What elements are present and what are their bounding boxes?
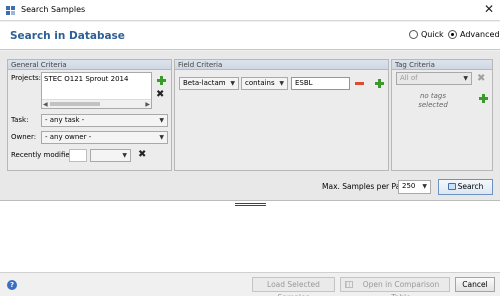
no-tags-line2: selected [418,101,448,109]
search-icon [447,183,456,190]
help-icon[interactable]: ? [7,280,17,290]
owner-select[interactable]: - any owner - ▼ [41,131,168,144]
clear-recently-modified-icon[interactable]: ✖ [138,150,146,160]
cancel-button[interactable]: Cancel [455,277,495,292]
projects-label: Projects: [11,74,41,82]
operator-select[interactable]: contains ▼ [241,77,288,90]
max-samples-value: 250 [402,182,416,190]
recently-modified-unit-select[interactable]: ▼ [90,149,131,162]
chevron-down-icon: ▼ [279,80,284,87]
chevron-down-icon: ▼ [422,183,427,190]
dialog-footer: ? Load Selected Samples Open in Comparis… [0,272,500,296]
dialog-header: Search in Database Quick Advanced [0,22,500,50]
task-select[interactable]: - any task - ▼ [41,114,168,127]
projects-hscrollbar[interactable]: ◀ ▶ [42,99,151,108]
owner-value: - any owner - [45,133,92,141]
search-button-label: Search [457,182,484,191]
scroll-thumb[interactable] [50,102,100,106]
remove-criterion-icon[interactable] [355,82,364,85]
criteria-area: General Criteria Projects: STEC O121 Spr… [0,51,500,201]
window-title: Search Samples [21,5,86,14]
chevron-down-icon: ▼ [159,117,164,124]
add-project-icon[interactable] [157,76,166,85]
advanced-mode-label: Advanced [460,30,500,39]
tag-criteria-title: Tag Criteria [392,60,492,70]
field-select[interactable]: Beta-lactam ▼ [179,77,239,90]
field-value: Beta-lactam [183,79,226,87]
chevron-down-icon: ▼ [159,134,164,141]
tag-scope-select[interactable]: All of ▼ [396,72,472,85]
remove-project-icon[interactable]: ✖ [156,90,164,100]
quick-mode-label: Quick [421,30,444,39]
open-comparison-table-button[interactable]: Open in Comparison Table [340,277,450,296]
splitter-grip[interactable] [235,203,266,206]
results-area [0,209,500,272]
remove-tag-icon[interactable]: ✖ [477,74,485,84]
add-criterion-icon[interactable] [375,79,384,88]
load-selected-samples-button[interactable]: Load Selected Samples [252,277,335,296]
scroll-right-icon[interactable]: ▶ [145,100,150,109]
add-tag-icon[interactable] [479,94,488,103]
chevron-down-icon: ▼ [463,75,468,82]
table-icon [345,281,353,288]
advanced-mode-radio[interactable]: Advanced [448,30,500,39]
field-criteria-panel: Field Criteria Beta-lactam ▼ contains ▼ … [174,59,389,171]
scroll-left-icon[interactable]: ◀ [43,100,48,109]
search-button[interactable]: Search [438,179,493,195]
open-comparison-table-label: Open in Comparison Table [362,280,440,296]
radio-dot [409,30,418,39]
splitter[interactable] [0,201,500,209]
max-samples-select[interactable]: 250 ▼ [398,180,431,194]
quick-mode-radio[interactable]: Quick [409,30,444,39]
project-item[interactable]: STEC O121 Sprout 2014 [42,73,151,83]
task-value: - any task - [45,116,85,124]
close-icon[interactable]: ✕ [484,2,494,16]
window-titlebar: Search Samples ✕ [0,0,500,21]
owner-label: Owner: [11,133,37,141]
projects-list[interactable]: STEC O121 Sprout 2014 ◀ ▶ [41,72,152,109]
app-icon [6,6,16,15]
general-criteria-title: General Criteria [8,60,171,70]
task-label: Task: [11,116,29,124]
general-criteria-panel: General Criteria Projects: STEC O121 Spr… [7,59,172,171]
field-search-input[interactable]: ESBL [291,77,350,90]
field-criteria-title: Field Criteria [175,60,388,70]
radio-dot-selected [448,30,457,39]
operator-value: contains [245,79,275,87]
chevron-down-icon: ▼ [122,152,127,159]
recently-modified-count-input[interactable] [69,149,87,162]
page-title: Search in Database [10,30,125,42]
chevron-down-icon: ▼ [230,80,235,87]
tag-criteria-panel: Tag Criteria All of ▼ ✖ no tags selected [391,59,493,171]
no-tags-message: no tags selected [392,92,474,110]
no-tags-line1: no tags [419,92,447,100]
field-search-text: ESBL [295,79,313,87]
tag-scope-value: All of [400,74,418,82]
recently-modified-label: Recently modified: [11,151,77,159]
